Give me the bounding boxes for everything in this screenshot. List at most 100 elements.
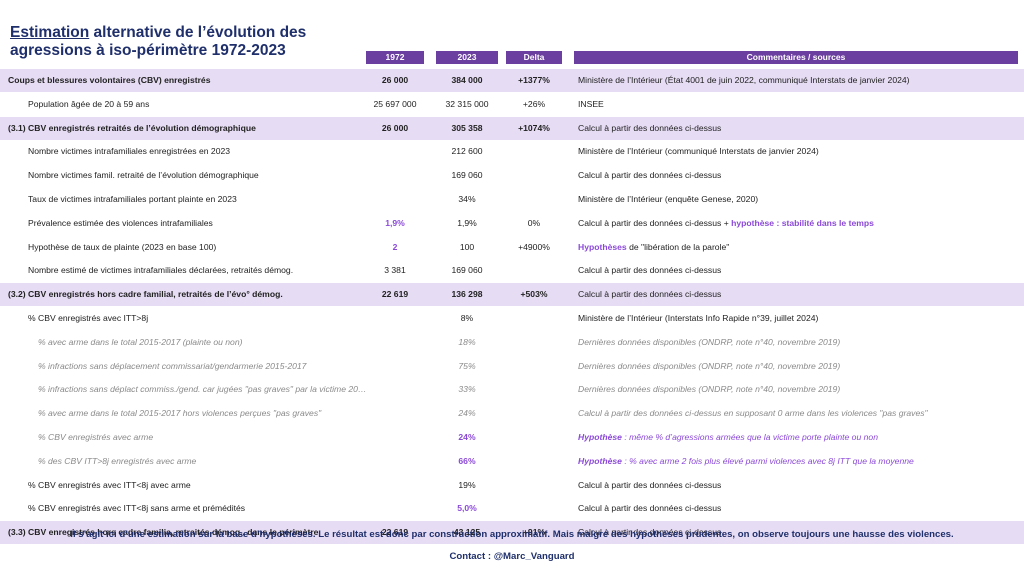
- value-2023: 19%: [458, 479, 476, 490]
- footer-contact: Contact : @Marc_Vanguard: [449, 551, 575, 562]
- table-row: % infractions sans déplact commiss./gend…: [0, 378, 1024, 401]
- table-row: Taux de victimes intrafamiliales portant…: [0, 188, 1024, 211]
- row-comment: Ministère de l’Intérieur (Interstats Inf…: [578, 307, 1018, 330]
- row-label: Prévalence estimée des violences intrafa…: [28, 217, 213, 228]
- row-comment: Ministère de l’Intérieur (communiqué Int…: [578, 140, 1018, 163]
- row-label: Coups et blessures volontaires (CBV) enr…: [8, 75, 211, 85]
- row-label: Taux de victimes intrafamiliales portant…: [28, 194, 237, 204]
- value-2023: 18%: [458, 336, 476, 347]
- table-row: Nombre victimes famil. retraité de l’évo…: [0, 164, 1024, 187]
- row-label: % infractions sans déplact commiss./gend…: [38, 384, 367, 395]
- comment-text: : même % d’agressions armées que la vict…: [621, 432, 878, 442]
- value-1972: 22 619: [381, 289, 409, 300]
- table-row: % CBV enregistrés avec ITT<8j sans arme …: [0, 497, 1024, 520]
- comment-text: de "libération de la parole": [626, 241, 730, 252]
- value-delta: +1377%: [518, 75, 550, 85]
- value-2023: 32 315 000: [445, 98, 489, 109]
- row-comment: Ministère de l’Intérieur (État 4001 de j…: [578, 69, 1018, 92]
- table-row: (3.2) CBV enregistrés hors cadre familia…: [0, 283, 1024, 307]
- table-row: Prévalence estimée des violences intrafa…: [0, 212, 1024, 235]
- row-label: Nombre victimes famil. retraité de l’évo…: [28, 170, 259, 181]
- comment-text: Calcul à partir des données ci-dessus +: [578, 217, 732, 228]
- comment-text: Dernières données disponibles (ONDRP, no…: [578, 384, 841, 395]
- table-row: % des CBV ITT>8j enregistrés avec arme 66…: [0, 450, 1024, 473]
- value-2023: 169 060: [451, 170, 483, 181]
- table-row: Nombre estimé de victimes intrafamiliale…: [0, 259, 1024, 282]
- footer-note: Il s’agit ici d’une estimation sur la ba…: [70, 529, 954, 540]
- comment-text: Calcul à partir des données ci-dessus: [578, 265, 722, 276]
- table-row: (3.1) CBV enregistrés retraités de l’évo…: [0, 116, 1024, 140]
- row-label: % CBV enregistrés avec ITT>8j: [28, 313, 149, 323]
- value-2023: 75%: [458, 360, 476, 371]
- value-2023: 33%: [458, 384, 476, 395]
- comment-text: Dernières données disponibles (ONDRP, no…: [578, 336, 841, 347]
- comment-text: Ministère de l’Intérieur (communiqué Int…: [578, 146, 819, 157]
- comment-text: Ministère de l’Intérieur (enquête Genese…: [578, 194, 759, 204]
- row-label: % avec arme dans le total 2015-2017 (pla…: [38, 336, 243, 347]
- row-comment: INSEE: [578, 93, 1018, 116]
- row-comment: Calcul à partir des données ci-dessus: [578, 117, 1018, 140]
- comment-text: : % avec arme 2 fois plus élevé parmi vi…: [621, 455, 914, 466]
- value-delta: 0%: [527, 217, 541, 228]
- header-1972: 1972: [366, 51, 424, 64]
- comment-text: Ministère de l’Intérieur (Interstats Inf…: [578, 313, 819, 323]
- table-row: % avec arme dans le total 2015-2017 hors…: [0, 402, 1024, 425]
- value-delta: +1074%: [518, 122, 550, 133]
- row-label: (3.1) CBV enregistrés retraités de l’évo…: [8, 122, 256, 133]
- table-row: Nombre victimes intrafamiliales enregist…: [0, 140, 1024, 163]
- comment-text: Dernières données disponibles (ONDRP, no…: [578, 360, 841, 371]
- row-label: Population âgée de 20 à 59 ans: [28, 98, 150, 109]
- comment-text: Ministère de l’Intérieur (État 4001 de j…: [578, 75, 910, 85]
- page-title: Estimation alternative de l’évolution de…: [10, 24, 330, 60]
- row-comment: Ministère de l’Intérieur (enquête Genese…: [578, 188, 1018, 211]
- row-comment: Dernières données disponibles (ONDRP, no…: [578, 331, 1018, 354]
- row-comment: Calcul à partir des données ci-dessus + …: [578, 212, 1018, 235]
- value-2023: 384 000: [451, 75, 483, 85]
- comment-text: Calcul à partir des données ci-dessus: [578, 122, 722, 133]
- table-row: Population âgée de 20 à 59 ans 25 697 000…: [0, 93, 1024, 116]
- row-comment: Calcul à partir des données ci-dessus: [578, 164, 1018, 187]
- value-2023: 100: [459, 241, 475, 252]
- row-comment: Hypothèses de "libération de la parole": [578, 236, 1018, 259]
- value-delta: +503%: [520, 289, 548, 300]
- value-1972: 1,9%: [385, 217, 405, 228]
- row-label: (3.2) CBV enregistrés hors cadre familia…: [8, 289, 283, 300]
- value-1972: 26 000: [381, 75, 409, 85]
- value-1972: 3 381: [384, 265, 406, 276]
- row-label: % CBV enregistrés avec ITT<8j sans arme …: [28, 503, 246, 514]
- header-2023: 2023: [436, 51, 498, 64]
- value-delta: +4900%: [518, 241, 550, 252]
- row-comment: Dernières données disponibles (ONDRP, no…: [578, 355, 1018, 378]
- comment-text: Calcul à partir des données ci-dessus: [578, 289, 722, 300]
- table-row: % CBV enregistrés avec arme 24% Hypothèse …: [0, 426, 1024, 449]
- value-2023: 24%: [458, 408, 476, 419]
- comment-text: Calcul à partir des données ci-dessus: [578, 479, 722, 490]
- table-row: Hypothèse de taux de plainte (2023 en ba…: [0, 236, 1024, 259]
- value-2023: 136 298: [451, 289, 483, 300]
- row-label: Hypothèse de taux de plainte (2023 en ba…: [28, 241, 217, 252]
- row-label: % CBV enregistrés avec arme: [38, 432, 154, 442]
- row-label: Nombre victimes intrafamiliales enregist…: [28, 146, 231, 157]
- row-comment: Calcul à partir des données ci-dessus: [578, 474, 1018, 497]
- row-label: Nombre estimé de victimes intrafamiliale…: [28, 265, 294, 276]
- value-2023: 212 600: [451, 146, 483, 157]
- comment-hypothesis: Hypothèse: [578, 432, 622, 442]
- value-2023: 8%: [460, 313, 474, 323]
- row-label: % infractions sans déplacement commissar…: [38, 360, 307, 371]
- value-delta: +26%: [522, 98, 546, 109]
- table-row: % CBV enregistrés avec ITT>8j 8% Ministère…: [0, 307, 1024, 330]
- comment-text: INSEE: [578, 98, 604, 109]
- header-delta: Delta: [506, 51, 562, 64]
- value-1972: 25 697 000: [373, 98, 417, 109]
- comment-text: Calcul à partir des données ci-dessus: [578, 170, 722, 181]
- row-comment: Calcul à partir des données ci-dessus: [578, 497, 1018, 520]
- table-row: % CBV enregistrés avec ITT<8j avec arme 1…: [0, 474, 1024, 497]
- value-1972: 26 000: [381, 122, 409, 133]
- value-2023: 34%: [458, 194, 476, 204]
- header-comments: Commentaires / sources: [574, 51, 1018, 64]
- value-2023: 5,0%: [457, 503, 477, 514]
- comment-hypothesis: Hypothèses: [578, 241, 627, 252]
- value-2023: 24%: [458, 432, 476, 442]
- comment-text: Calcul à partir des données ci-dessus en…: [578, 408, 928, 419]
- row-comment: Calcul à partir des données ci-dessus: [578, 283, 1018, 306]
